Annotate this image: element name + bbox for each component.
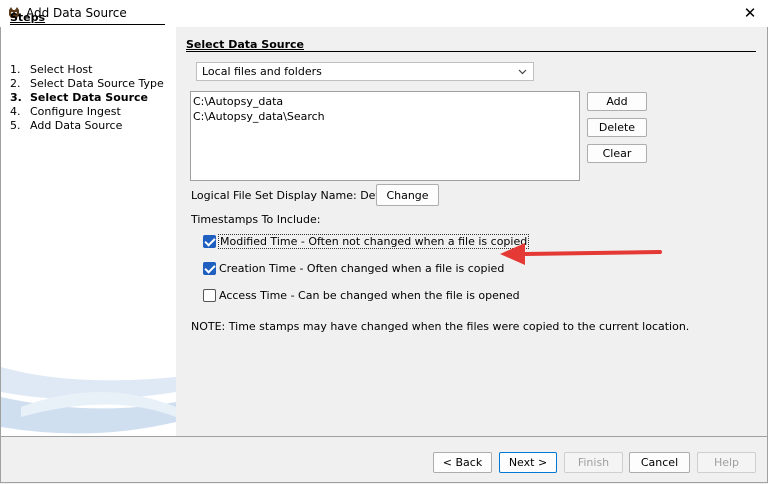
creation-time-label[interactable]: Creation Time - Often changed when a fil… [219,262,504,275]
close-icon[interactable]: ✕ [740,3,760,23]
step-item-current: 3. Select Data Source [10,91,149,104]
access-time-checkbox[interactable] [203,289,216,302]
chevron-down-icon [518,69,527,75]
display-name-label: Logical File Set Display Name: Default [191,189,401,202]
modified-time-checkbox[interactable] [203,235,216,248]
step-item: 1. Select Host [10,63,93,76]
list-item[interactable]: C:\Autopsy_data [193,95,283,108]
list-item[interactable]: C:\Autopsy_data\Search [193,110,325,123]
step-item: 4. Configure Ingest [10,105,121,118]
data-source-type-select[interactable]: Local files and folders [196,62,534,81]
file-path-list[interactable]: C:\Autopsy_data C:\Autopsy_data\Search [190,91,580,181]
access-time-label[interactable]: Access Time - Can be changed when the fi… [219,289,520,302]
next-button[interactable]: Next > [499,452,557,473]
content-title: Select Data Source [186,38,305,51]
creation-time-checkbox[interactable] [203,262,216,275]
change-button[interactable]: Change [376,184,439,206]
modified-time-option[interactable]: Modified Time - Often not changed when a… [203,234,530,250]
steps-divider [10,24,165,25]
timestamps-label: Timestamps To Include: [191,213,321,226]
steps-title: Steps [10,11,46,24]
finish-button[interactable]: Finish [564,452,623,473]
select-value: Local files and folders [202,65,322,78]
help-button[interactable]: Help [697,452,756,473]
delete-button[interactable]: Delete [587,118,647,137]
clear-button[interactable]: Clear [587,144,647,163]
title-bar: Add Data Source ✕ [0,0,768,27]
decorative-swoosh-graphic [1,367,176,434]
add-button[interactable]: Add [587,92,647,111]
back-button[interactable]: < Back [433,452,492,473]
timestamp-note: NOTE: Time stamps may have changed when … [191,320,690,333]
access-time-option[interactable]: Access Time - Can be changed when the fi… [203,288,520,304]
annotation-arrow-icon [500,243,662,265]
step-item: 5. Add Data Source [10,119,123,132]
step-item: 2. Select Data Source Type [10,77,164,90]
modified-time-label[interactable]: Modified Time - Often not changed when a… [218,234,530,249]
cancel-button[interactable]: Cancel [629,452,690,473]
content-divider [186,51,756,52]
creation-time-option[interactable]: Creation Time - Often changed when a fil… [203,261,504,277]
footer-divider [0,436,768,437]
